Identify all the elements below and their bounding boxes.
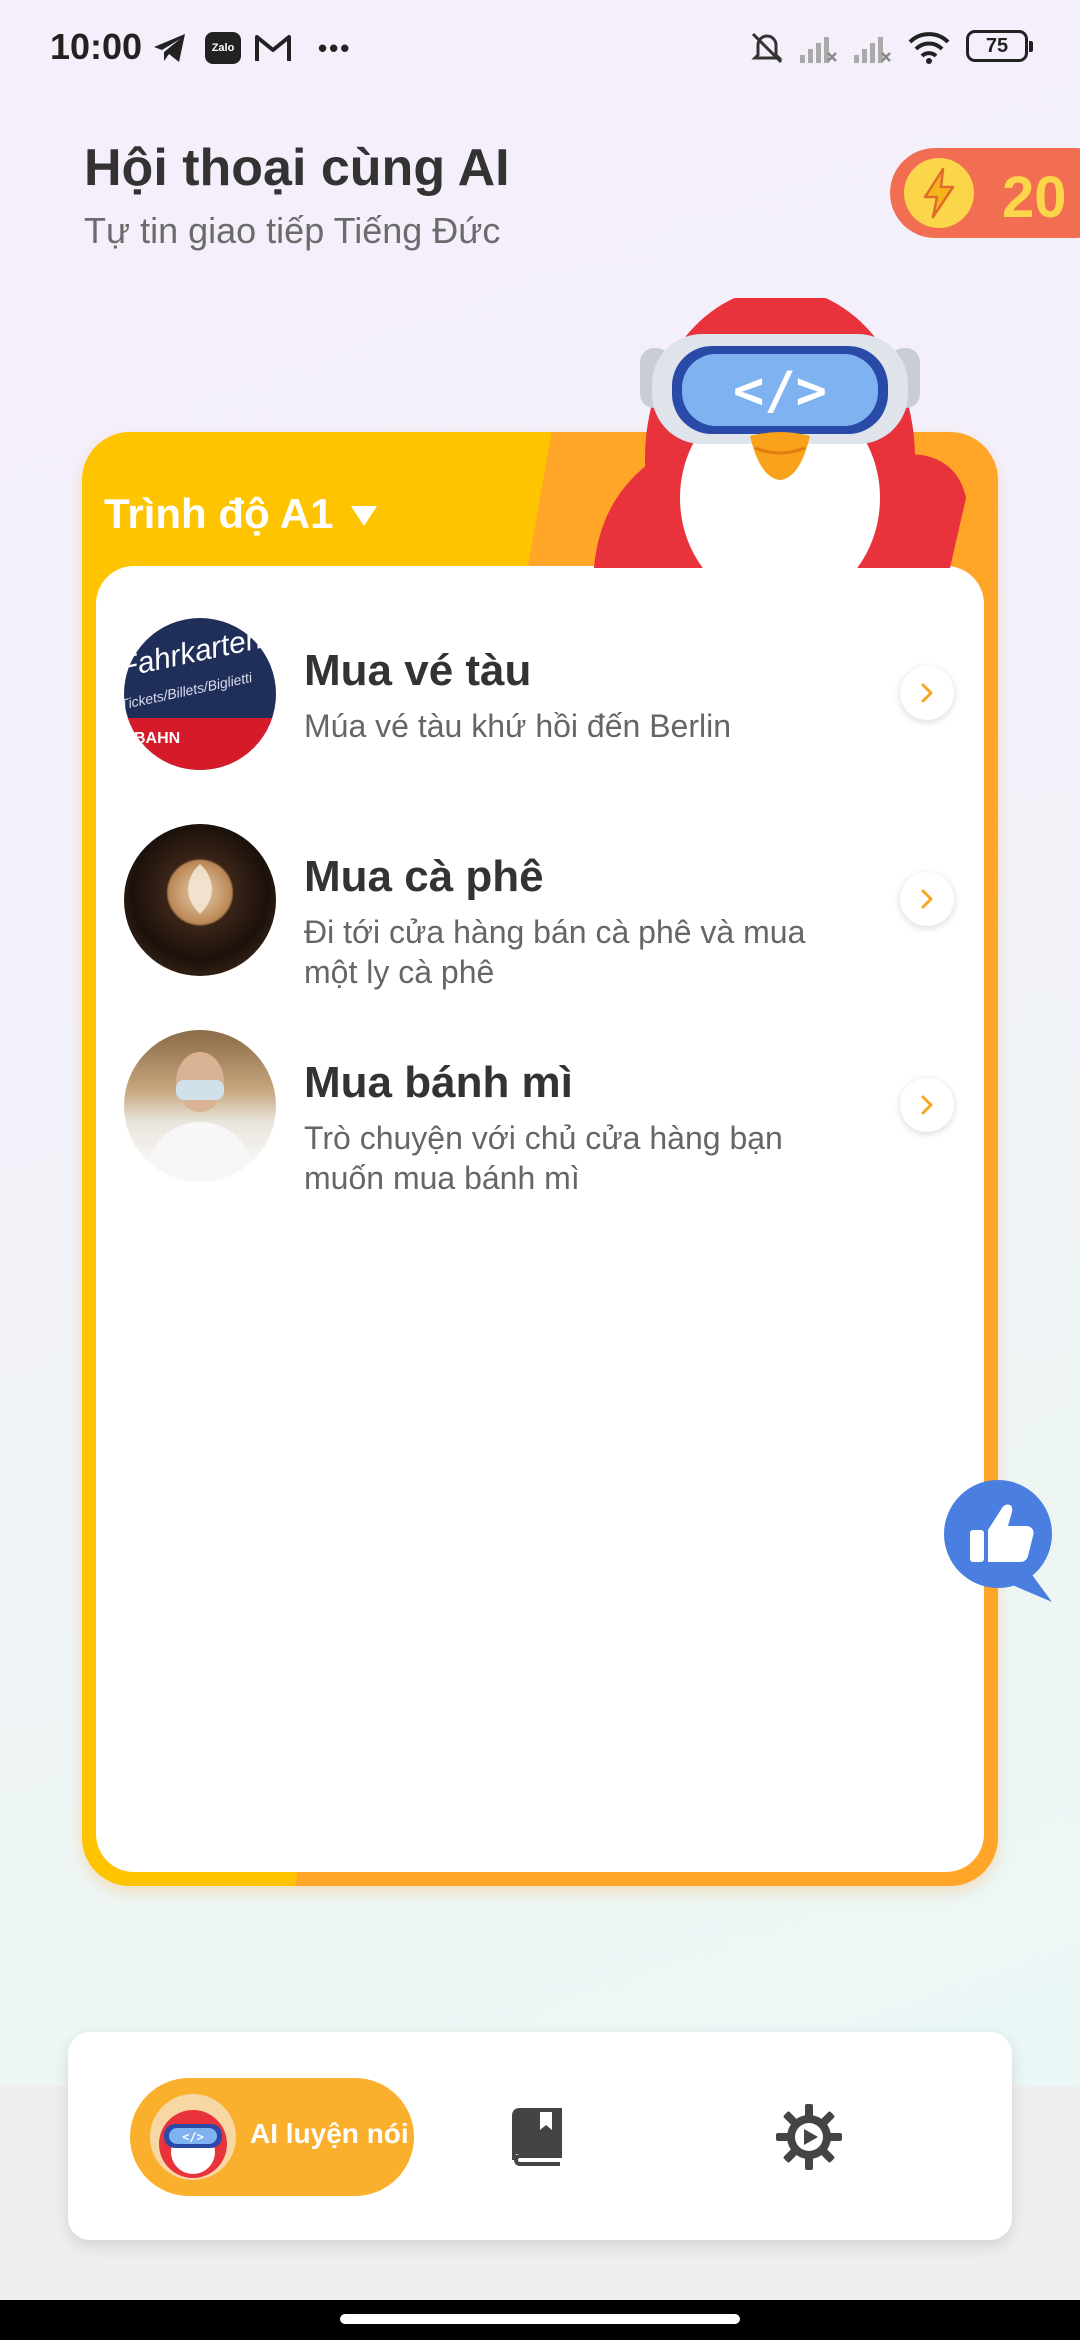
lesson-item-coffee[interactable]: Mua cà phê Đi tới cửa hàng bán cà phê và… bbox=[124, 824, 964, 990]
page-title: Hội thoại cùng AI bbox=[84, 139, 510, 197]
svg-text:</>: </> bbox=[733, 361, 827, 421]
lesson-title: Mua vé tàu bbox=[304, 646, 532, 695]
chevron-right-icon[interactable] bbox=[900, 872, 954, 926]
train-ticket-thumbnail: Fahrkarten Tickets/Billets/Biglietti BAH… bbox=[124, 618, 276, 770]
lesson-title: Mua bánh mì bbox=[304, 1058, 573, 1107]
more-notifications-icon: ••• bbox=[318, 32, 352, 63]
lesson-item-train-ticket[interactable]: Fahrkarten Tickets/Billets/Biglietti BAH… bbox=[124, 618, 964, 772]
book-icon[interactable] bbox=[508, 2108, 566, 2171]
lesson-description: Múa vé tàu khứ hồi đến Berlin bbox=[304, 708, 731, 744]
nav-active-label: AI luyện nói bbox=[250, 2118, 409, 2149]
lesson-item-bread[interactable]: Mua bánh mì Trò chuyện với chủ cửa hàng … bbox=[124, 1030, 964, 1196]
signal-2-icon bbox=[852, 28, 892, 68]
battery-indicator: 75 bbox=[966, 30, 1033, 62]
level-selector[interactable]: Trình độ A1 bbox=[104, 490, 378, 538]
status-bar: 10:00 Zalo ••• 75 bbox=[0, 0, 1080, 96]
wifi-icon bbox=[908, 28, 950, 68]
lesson-title: Mua cà phê bbox=[304, 852, 544, 901]
lesson-description: Trò chuyện với chủ cửa hàng bạn muốn mua… bbox=[304, 1120, 783, 1196]
caret-down-icon bbox=[351, 506, 378, 526]
page-subtitle: Tự tin giao tiếp Tiếng Đức bbox=[84, 210, 501, 251]
energy-badge[interactable]: 20 bbox=[890, 148, 1080, 238]
penguin-avatar-icon: </> bbox=[150, 2094, 236, 2180]
signal-1-icon bbox=[798, 28, 838, 68]
thumbs-up-icon bbox=[944, 1480, 1052, 1602]
telegram-icon bbox=[152, 28, 188, 68]
status-time: 10:00 bbox=[50, 26, 143, 67]
level-label: Trình độ A1 bbox=[104, 490, 334, 537]
zalo-icon: Zalo bbox=[205, 28, 241, 68]
gmail-icon bbox=[254, 28, 292, 68]
settings-gear-icon[interactable] bbox=[774, 2102, 844, 2177]
lightning-bolt-icon bbox=[904, 158, 974, 228]
bakery-thumbnail bbox=[124, 1030, 276, 1182]
penguin-mascot-icon: </> bbox=[594, 298, 966, 568]
svg-text:</>: </> bbox=[182, 2130, 204, 2144]
mute-icon bbox=[748, 28, 786, 68]
nav-item-ai-practice[interactable]: </> AI luyện nói bbox=[130, 2078, 414, 2196]
chevron-right-icon[interactable] bbox=[900, 1078, 954, 1132]
lesson-description: Đi tới cửa hàng bán cà phê và mua một ly… bbox=[304, 914, 806, 990]
energy-count: 20 bbox=[1002, 165, 1067, 230]
home-indicator[interactable] bbox=[340, 2314, 740, 2324]
feedback-like-button[interactable] bbox=[940, 1476, 1080, 1628]
coffee-thumbnail bbox=[124, 824, 276, 976]
bottom-navigation: </> AI luyện nói bbox=[68, 2032, 1012, 2240]
chevron-right-icon[interactable] bbox=[900, 666, 954, 720]
